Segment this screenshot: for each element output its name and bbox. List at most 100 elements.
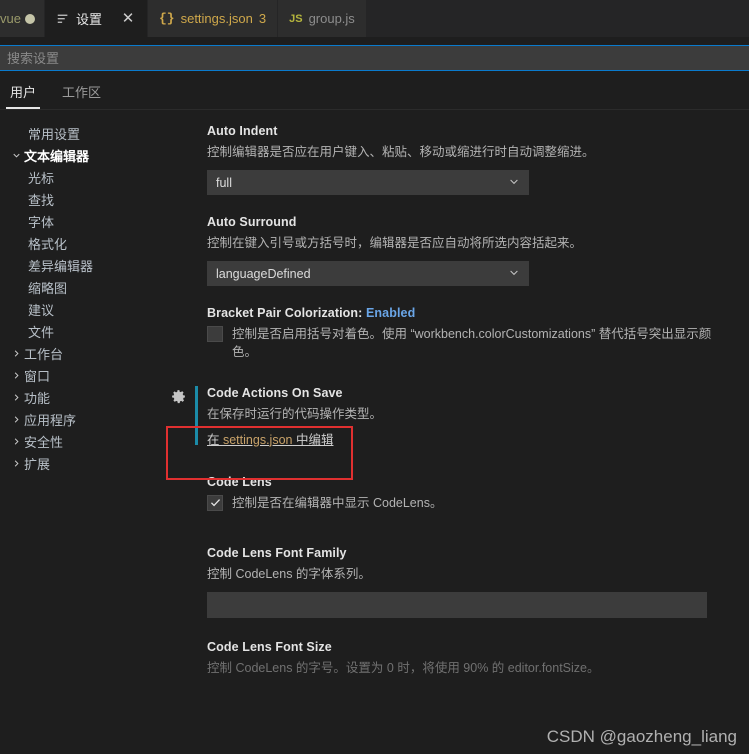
tab-label: 设置 (75, 12, 102, 27)
json-braces-icon: {} (158, 11, 175, 26)
close-icon[interactable]: ✕ (120, 11, 136, 27)
setting-description: 控制是否在编辑器中显示 CodeLens。 (232, 495, 443, 510)
toc-item-label: 查找 (28, 192, 55, 208)
chevron-right-icon[interactable] (8, 392, 24, 403)
toc-item-files[interactable]: 文件 (0, 320, 166, 342)
setting-auto-indent: Auto Indent 控制编辑器是否应在用户键入、粘贴、移动或缩进行时自动调整… (166, 124, 749, 196)
toc-item-application[interactable]: 应用程序 (0, 408, 166, 430)
setting-title: Code Lens Font Family (207, 545, 347, 560)
tab-label: vue (0, 11, 21, 26)
setting-auto-surround: Auto Surround 控制在键入引号或方括号时，编辑器是否应自动将所选内容… (166, 215, 749, 287)
dropdown-value: languageDefined (216, 266, 311, 281)
toc-item-minimap[interactable]: 缩略图 (0, 276, 166, 298)
modified-dot-icon (24, 13, 35, 24)
link-prefix: 在 (207, 432, 223, 447)
tab-label: settings.json (180, 11, 253, 26)
code-lens-checkbox[interactable] (207, 494, 223, 511)
chevron-down-icon (508, 175, 520, 190)
toc-item-label: 文本编辑器 (24, 148, 90, 164)
setting-description: 控制 CodeLens 的字体系列。 (207, 566, 371, 581)
toc-item-label: 文件 (28, 324, 55, 340)
toc-item-font[interactable]: 字体 (0, 210, 166, 232)
setting-title: Auto Surround (207, 215, 297, 230)
chevron-right-icon[interactable] (8, 348, 24, 359)
setting-description: 控制是否启用括号对着色。使用 “workbench.colorCustomiza… (232, 327, 712, 360)
setting-title: Auto Indent (207, 124, 278, 138)
chevron-down-icon (508, 266, 520, 281)
toc-item-text-editor[interactable]: 文本编辑器 (0, 144, 166, 166)
tab-settings-json[interactable]: {} settings.json 3 (147, 0, 279, 37)
dropdown-value: full (216, 175, 232, 190)
chevron-down-icon[interactable] (8, 150, 24, 161)
setting-title: Code Lens Font Size (207, 639, 332, 654)
tab-vue[interactable]: vue (0, 0, 45, 37)
toc-item-common[interactable]: 常用设置 (0, 122, 166, 144)
toc-item-diff-editor[interactable]: 差异编辑器 (0, 254, 166, 276)
tab-user-settings[interactable]: 用户 (6, 81, 41, 109)
link-filename: settings.json (222, 432, 293, 447)
toc-item-security[interactable]: 安全性 (0, 430, 166, 452)
setting-description-row: 控制是否启用括号对着色。使用 “workbench.colorCustomiza… (207, 325, 731, 361)
setting-title-accent: Enabled (366, 306, 416, 321)
setting-title-prefix: Bracket Pair Colorization: (207, 306, 366, 321)
toc-item-label: 缩略图 (28, 280, 68, 296)
toc-item-label: 格式化 (28, 236, 68, 252)
toc-item-label: 功能 (24, 390, 51, 406)
code-lens-font-family-input[interactable] (207, 591, 707, 618)
settings-scope-tabs: 用户 工作区 (0, 71, 749, 110)
settings-body: 常用设置 文本编辑器 光标 查找 字体 格式化 差异编辑器 缩略图 建议 文件 (0, 110, 749, 754)
setting-bracket-pair-colorization: Bracket Pair Colorization: Enabled 控制是否启… (166, 306, 749, 361)
settings-list-icon (56, 12, 70, 26)
auto-indent-dropdown[interactable]: full (207, 170, 529, 196)
setting-code-lens: Code Lens 控制是否在编辑器中显示 CodeLens。 (166, 475, 749, 512)
bracket-pair-checkbox[interactable] (207, 326, 223, 343)
tab-settings[interactable]: 设置 ✕ (44, 0, 148, 37)
toc-item-window[interactable]: 窗口 (0, 364, 166, 386)
chevron-right-icon[interactable] (8, 436, 24, 447)
toc-item-cursor[interactable]: 光标 (0, 166, 166, 188)
setting-description-row: 控制是否在编辑器中显示 CodeLens。 (207, 494, 731, 512)
focus-accent-bar (195, 385, 198, 445)
setting-code-actions-on-save: Code Actions On Save 在保存时运行的代码操作类型。 在 se… (166, 385, 749, 449)
setting-title: Code Actions On Save (207, 385, 343, 400)
toc-item-label: 扩展 (24, 456, 51, 472)
javascript-icon: JS (289, 12, 303, 25)
tab-group-js[interactable]: JS group.js (278, 0, 367, 37)
tab-label: group.js (308, 11, 355, 26)
search-box[interactable] (0, 45, 749, 71)
setting-code-lens-font-size: Code Lens Font Size 控制 CodeLens 的字号。设置为 … (166, 640, 749, 677)
toc-item-label: 安全性 (24, 434, 64, 450)
settings-toc-tree: 常用设置 文本编辑器 光标 查找 字体 格式化 差异编辑器 缩略图 建议 文件 (0, 110, 166, 754)
toc-item-label: 差异编辑器 (28, 258, 94, 274)
toc-item-find[interactable]: 查找 (0, 188, 166, 210)
toc-item-label: 应用程序 (24, 412, 77, 428)
chevron-right-icon[interactable] (8, 458, 24, 469)
toc-item-extensions[interactable]: 扩展 (0, 452, 166, 474)
toc-item-label: 字体 (28, 214, 55, 230)
toc-item-label: 光标 (28, 170, 55, 186)
toc-item-suggestions[interactable]: 建议 (0, 298, 166, 320)
link-suffix: 中编辑 (292, 432, 334, 447)
tab-error-badge: 3 (258, 11, 267, 26)
edit-in-settings-json-link[interactable]: 在 settings.json 中编辑 (207, 429, 333, 448)
auto-surround-dropdown[interactable]: languageDefined (207, 261, 529, 287)
chevron-right-icon[interactable] (8, 414, 24, 425)
watermark-text: CSDN @gaozheng_liang (546, 727, 737, 746)
toc-item-label: 工作台 (24, 346, 64, 362)
toc-item-label: 窗口 (24, 368, 51, 384)
chevron-right-icon[interactable] (8, 370, 24, 381)
toc-item-label: 常用设置 (28, 126, 81, 142)
toc-item-formatting[interactable]: 格式化 (0, 232, 166, 254)
search-input[interactable] (7, 50, 742, 66)
tab-workspace-settings[interactable]: 工作区 (58, 81, 105, 109)
gear-icon[interactable] (170, 388, 188, 406)
toc-item-workbench[interactable]: 工作台 (0, 342, 166, 364)
setting-code-lens-font-family: Code Lens Font Family 控制 CodeLens 的字体系列。 (166, 546, 749, 618)
setting-title: Bracket Pair Colorization: Enabled (207, 306, 731, 320)
setting-description: 控制在键入引号或方括号时，编辑器是否应自动将所选内容括起来。 (207, 236, 583, 251)
settings-list[interactable]: Auto Indent 控制编辑器是否应在用户键入、粘贴、移动或缩进行时自动调整… (166, 110, 749, 754)
settings-search-area (0, 37, 749, 71)
toc-item-features[interactable]: 功能 (0, 386, 166, 408)
setting-description: 控制编辑器是否应在用户键入、粘贴、移动或缩进行时自动调整缩进。 (207, 145, 595, 159)
editor-tab-bar: vue 设置 ✕ {} settings.json 3 JS group.js (0, 0, 749, 37)
